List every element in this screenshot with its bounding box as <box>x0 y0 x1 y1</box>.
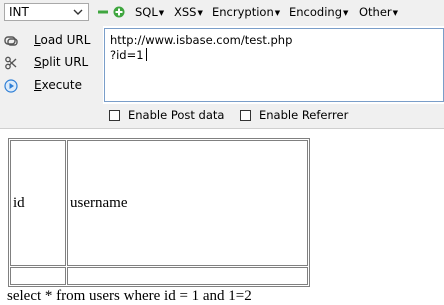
action-panel: Load URL Split URL Execute <box>0 26 103 106</box>
menu-encoding-label: Encoding <box>289 5 342 19</box>
column-header-username: username <box>67 140 308 266</box>
split-url-button[interactable]: Split URL <box>4 53 102 73</box>
menu-sql[interactable]: SQL▼ <box>135 5 164 21</box>
split-url-label: Split URL <box>34 55 89 69</box>
load-url-label: Load URL <box>34 33 91 47</box>
text-cursor <box>145 48 147 61</box>
decrease-icon[interactable] <box>97 6 109 18</box>
caret-down-icon: ▼ <box>343 9 349 17</box>
menu-xss[interactable]: XSS▼ <box>174 5 203 21</box>
referrer-label[interactable]: Enable Referrer <box>259 108 348 123</box>
caret-down-icon: ▼ <box>197 9 203 17</box>
execute-button[interactable]: Execute <box>4 76 102 96</box>
result-table: id username <box>8 138 310 287</box>
execute-icon <box>4 79 18 93</box>
hackbar-toolbar: INT SQL▼ XSS▼ Encryption▼ Encoding▼ Othe… <box>0 0 444 26</box>
load-url-button[interactable]: Load URL <box>4 31 102 51</box>
menu-encryption-label: Encryption <box>212 5 274 19</box>
table-cell <box>10 267 66 285</box>
table-cell <box>67 267 308 285</box>
options-row: Enable Post data Enable Referrer <box>0 104 444 129</box>
menu-other-label: Other <box>359 5 392 19</box>
menu-sql-label: SQL <box>135 5 158 19</box>
sql-query-text: select * from users where id = 1 and 1=2 <box>7 288 252 304</box>
table-header-row: id username <box>10 140 308 266</box>
post-data-label[interactable]: Enable Post data <box>128 108 224 123</box>
url-textarea[interactable]: http://www.isbase.com/test.php ?id=1 <box>104 28 444 102</box>
column-header-id: id <box>10 140 66 266</box>
referrer-checkbox[interactable] <box>240 110 251 121</box>
result-page: id username select * from users where id… <box>0 129 444 304</box>
url-line-1: http://www.isbase.com/test.php <box>110 33 293 47</box>
url-line-2: ?id=1 <box>110 48 147 62</box>
execute-label: Execute <box>34 78 82 92</box>
injection-type-select[interactable]: INT <box>4 3 89 21</box>
menu-other[interactable]: Other▼ <box>359 5 398 21</box>
caret-down-icon: ▼ <box>274 9 281 17</box>
menu-xss-label: XSS <box>174 5 197 19</box>
menu-encoding[interactable]: Encoding▼ <box>289 5 348 21</box>
url-line-2-text: ?id=1 <box>110 48 144 62</box>
load-url-icon <box>4 36 18 46</box>
caret-down-icon: ▼ <box>158 9 165 17</box>
increase-icon[interactable] <box>113 6 125 18</box>
split-url-icon <box>5 56 17 70</box>
injection-type-value: INT <box>9 5 29 19</box>
table-row <box>10 267 308 285</box>
chevron-down-icon <box>73 9 83 15</box>
caret-down-icon: ▼ <box>392 9 399 17</box>
menu-encryption[interactable]: Encryption▼ <box>212 5 280 21</box>
post-data-checkbox[interactable] <box>109 110 120 121</box>
